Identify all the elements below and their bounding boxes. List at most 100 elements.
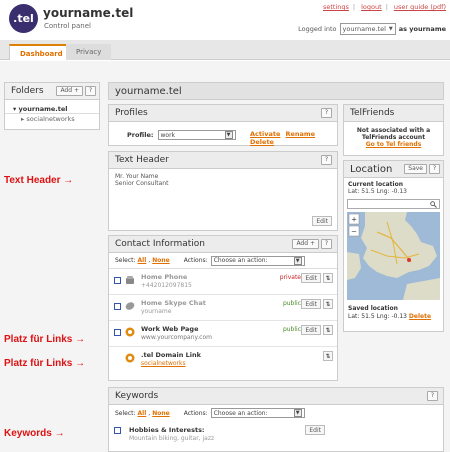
select-none-link[interactable]: None (152, 410, 169, 417)
keywords-help-button[interactable]: ? (426, 391, 438, 401)
user-guide-link[interactable]: user guide (pdf) (394, 3, 446, 11)
keywords-action-select[interactable]: Choose an action: ▼ (210, 408, 305, 418)
contact-edit-button[interactable]: Edit (301, 299, 321, 309)
folder-item-socialnetworks[interactable]: ▸ socialnetworks (5, 114, 99, 124)
keyword-title: Hobbies & Interests: (129, 426, 205, 434)
activate-link[interactable]: Activate (250, 130, 280, 138)
profile-select[interactable]: work ▼ (157, 130, 236, 140)
text-header-panel: Text Header ? Mr. Your Name Senior Consu… (108, 151, 338, 231)
contact-row: Work Web Page www.yourcompany.com public… (109, 321, 337, 347)
chevron-down-icon: ▼ (293, 256, 302, 265)
sort-handle-icon[interactable]: ⇅ (323, 299, 333, 309)
contact-value: yourname (141, 308, 172, 315)
folders-title: Folders (11, 86, 44, 96)
profile-label: Profile: (127, 131, 154, 139)
delete-location-link[interactable]: Delete (409, 313, 431, 320)
tab-dashboard[interactable]: Dashboard (9, 44, 74, 60)
contact-edit-button[interactable]: Edit (301, 273, 321, 283)
annotation-links-1: Platz für Links → (4, 334, 86, 345)
telfriends-panel: TelFriends Not associated with a TelFrie… (343, 104, 444, 156)
location-map[interactable]: + − (347, 212, 440, 300)
sort-handle-icon[interactable]: ⇅ (323, 273, 333, 283)
contact-action-select[interactable]: Choose an action: ▼ (210, 255, 305, 266)
site-title: yourname.tel (43, 6, 134, 20)
contact-row: .tel Domain Link socialnetworks ⇅ (109, 347, 337, 373)
folders-panel: Folders Add + ? ▾ yourname.tel ▸ socialn… (4, 82, 100, 130)
telfriends-link[interactable]: Go to Tel friends (344, 141, 443, 148)
account-select[interactable]: yourname.tel ▼ (339, 23, 396, 35)
keyword-edit-button[interactable]: Edit (305, 425, 325, 435)
select-none-link[interactable]: None (152, 257, 169, 264)
profiles-help-button[interactable]: ? (320, 108, 332, 118)
visibility-badge: public (282, 300, 301, 307)
contact-panel: Contact Information Add + ? Select: All,… (108, 235, 338, 381)
sort-handle-icon[interactable]: ⇅ (323, 325, 333, 335)
folders-header: Folders Add + ? (5, 83, 99, 100)
contact-title: Home Skype Chat (141, 299, 206, 307)
contact-header: Contact Information Add + ? (109, 236, 337, 253)
top-bar: .tel yourname.tel Control panel settings… (0, 0, 450, 40)
visibility-badge: public (282, 326, 301, 333)
location-header: Location Save ? (344, 161, 443, 178)
keywords-panel: Keywords ? Select: All, None Actions: Ch… (108, 387, 444, 452)
rename-link[interactable]: Rename (285, 130, 315, 138)
chevron-down-icon: ▼ (224, 131, 233, 139)
visibility-badge: private (279, 274, 301, 281)
add-folder-button[interactable]: Add + (56, 86, 83, 96)
contact-edit-button[interactable]: Edit (301, 325, 321, 335)
row-checkbox[interactable] (114, 329, 121, 336)
select-all-link[interactable]: All (138, 257, 147, 264)
select-all-link[interactable]: All (138, 410, 147, 417)
folder-item-root[interactable]: ▾ yourname.tel (5, 104, 99, 114)
contact-value: +442012097815 (141, 282, 192, 289)
current-location-coords: Lat: 51.5 Lng: -0.13 (348, 188, 407, 195)
settings-link[interactable]: settings (323, 3, 349, 11)
logged-in-info: Logged into yourname.tel ▼ as yourname (298, 23, 446, 35)
location-help-button[interactable]: ? (428, 164, 440, 174)
keyword-row: Hobbies & Interests: Mountain biking, gu… (109, 421, 443, 445)
site-subtitle: Control panel (44, 22, 91, 30)
contact-title: Home Phone (141, 273, 188, 281)
map-image: + − (347, 212, 440, 300)
text-header-content: Mr. Your Name Senior Consultant (115, 173, 169, 187)
contact-value[interactable]: socialnetworks (141, 360, 186, 367)
folders-help-button[interactable]: ? (84, 86, 96, 96)
logout-link[interactable]: logout (361, 3, 382, 11)
web-page-icon (125, 327, 135, 337)
top-links: settings | logout | user guide (pdf) (323, 3, 446, 11)
search-icon[interactable] (430, 201, 437, 208)
location-panel: Location Save ? Current location Lat: 51… (343, 160, 444, 332)
delete-profile-link[interactable]: Delete (250, 138, 274, 146)
tab-privacy[interactable]: Privacy (66, 44, 112, 60)
text-header-edit-button[interactable]: Edit (312, 216, 332, 226)
text-header-help-button[interactable]: ? (320, 155, 332, 165)
contact-select-row: Select: All, None Actions: Choose an act… (109, 253, 337, 269)
page-title: yourname.tel (108, 82, 444, 100)
phone-icon (126, 276, 134, 284)
contact-help-button[interactable]: ? (320, 239, 332, 249)
sort-handle-icon[interactable]: ⇅ (323, 351, 333, 361)
contact-row: Home Phone +442012097815 private Edit ⇅ (109, 269, 337, 295)
chevron-down-icon: ▼ (293, 409, 302, 417)
location-search-input[interactable] (347, 199, 440, 209)
tab-bar: Dashboard Privacy (0, 40, 450, 60)
saved-location: Saved location Lat: 51.5 Lng: -0.13 Dele… (348, 305, 432, 320)
annotation-links-2: Platz für Links → (4, 358, 86, 369)
tel-logo: .tel (9, 4, 38, 33)
profiles-panel: Profiles ? Profile: work ▼ Activate Renam… (108, 104, 338, 146)
row-checkbox[interactable] (114, 277, 121, 284)
row-checkbox[interactable] (114, 427, 121, 434)
annotation-keywords: Keywords → (4, 428, 65, 439)
svg-text:+: + (351, 216, 357, 224)
contact-row: Home Skype Chat yourname public Edit ⇅ (109, 295, 337, 321)
add-contact-button[interactable]: Add + (292, 239, 319, 249)
profiles-header: Profiles ? (109, 105, 337, 122)
skype-icon (125, 302, 135, 310)
keywords-select-row: Select: All, None Actions: Choose an act… (109, 405, 443, 421)
contact-title: Work Web Page (141, 325, 199, 333)
row-checkbox[interactable] (114, 303, 121, 310)
telfriends-header: TelFriends (344, 105, 443, 122)
tel-link-icon (125, 353, 135, 363)
save-location-button[interactable]: Save (404, 164, 427, 174)
contact-title: .tel Domain Link (141, 351, 201, 359)
